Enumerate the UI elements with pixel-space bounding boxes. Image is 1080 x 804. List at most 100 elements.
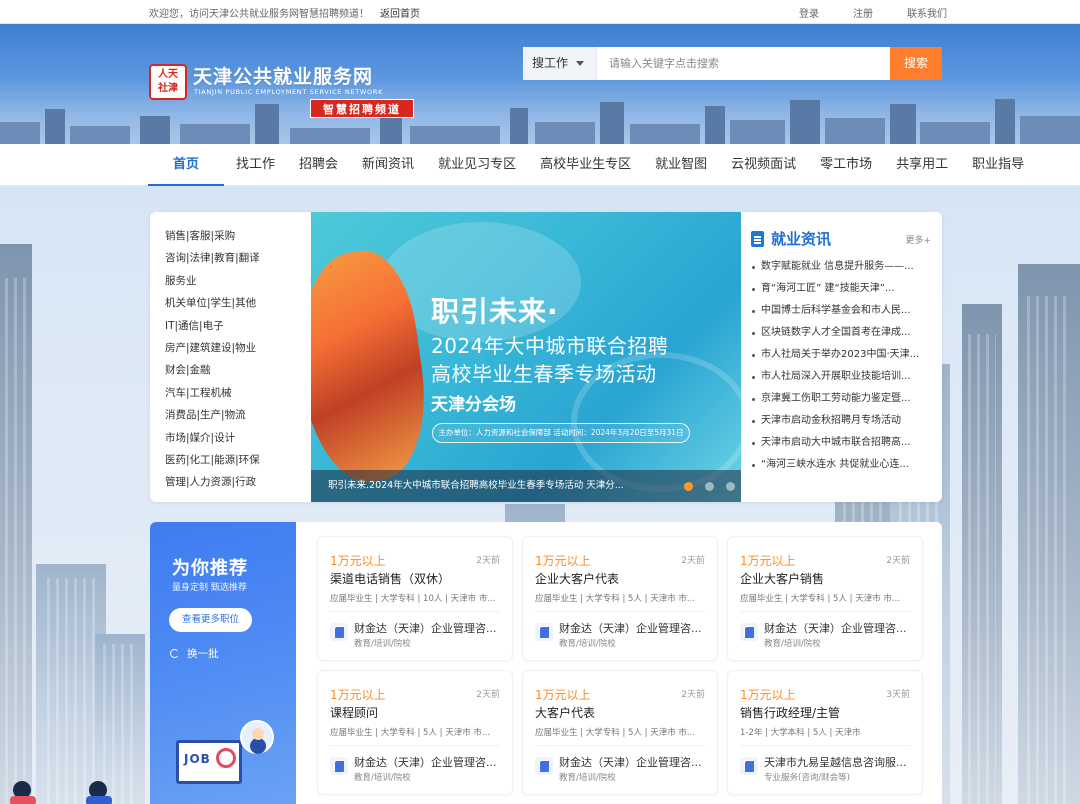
category-item[interactable]: 汽车|工程机械 [165, 385, 310, 407]
job-card[interactable]: 1万元以上 2天前 渠道电话销售（双休） 应届毕业生 | 大学专科 | 10人 … [317, 536, 513, 661]
refresh-batch-button[interactable]: 换一批 [170, 646, 219, 661]
job-title: 渠道电话销售（双休） [330, 572, 451, 586]
company-industry: 教育/培训/院校 [764, 639, 821, 649]
search-input[interactable] [597, 47, 890, 80]
nav-internship[interactable]: 就业见习专区 [426, 144, 528, 186]
category-item[interactable]: 咨询|法律|教育|翻译 [165, 250, 310, 272]
job-posted-time: 2天前 [886, 556, 910, 566]
search-button[interactable]: 搜索 [890, 47, 942, 80]
job-card[interactable]: 1万元以上 2天前 课程顾问 应届毕业生 | 大学专科 | 5人 | 天津市 市… [317, 670, 513, 795]
back-home-link[interactable]: 返回首页 [380, 5, 420, 20]
company-name: 财金达（天津）企业管理咨... [559, 756, 702, 769]
card-divider [740, 745, 910, 746]
job-requirements: 1-2年 | 大学本科 | 5人 | 天津市 [740, 728, 861, 738]
welcome-text: 欢迎您，访问天津公共就业服务网智慧招聘频道！ [149, 9, 369, 20]
category-item[interactable]: 消费品|生产|物流 [165, 407, 310, 429]
carousel-banner[interactable]: 职引未来· 2024年大中城市联合招聘 高校毕业生春季专场活动 天津分会场 主办… [311, 212, 741, 502]
job-requirements: 应届毕业生 | 大学专科 | 5人 | 天津市 市... [535, 728, 696, 738]
news-item[interactable]: 数字赋能就业 信息提升服务——... [751, 256, 931, 278]
employment-news-panel: 就业资讯 更多+ 数字赋能就业 信息提升服务——... 育“海河工匠” 建“技能… [751, 228, 931, 476]
document-icon [751, 231, 764, 247]
nav-find-job[interactable]: 找工作 [224, 144, 287, 186]
banner-caption[interactable]: 职引未来.2024年大中城市联合招聘高校毕业生春季专场活动 天津分... [311, 470, 741, 502]
site-name: 天津公共就业服务网 [193, 66, 374, 88]
category-item[interactable]: 医药|化工|能源|环保 [165, 452, 310, 474]
card-divider [535, 745, 705, 746]
nav-video-interview[interactable]: 云视频面试 [719, 144, 808, 186]
job-card-grid: 1万元以上 2天前 渠道电话销售（双休） 应届毕业生 | 大学专科 | 10人 … [317, 536, 923, 795]
category-item[interactable]: IT|通信|电子 [165, 318, 310, 340]
news-item[interactable]: 天津市启动金秋招聘月专场活动 [751, 410, 931, 432]
news-item[interactable]: 育“海河工匠” 建“技能天津”... [751, 278, 931, 300]
carousel-dot-1[interactable] [684, 482, 693, 491]
job-salary: 1万元以上 [330, 688, 386, 702]
site-name-english: TIANJIN PUBLIC EMPLOYMENT SERVICE NETWOR… [194, 88, 384, 96]
category-item[interactable]: 房产|建筑建设|物业 [165, 340, 310, 362]
recommend-title: 为你推荐 [172, 558, 248, 579]
category-item[interactable]: 财会|金融 [165, 362, 310, 384]
search-type-label: 搜工作 [532, 56, 569, 70]
recommend-panel: 为你推荐 量身定制 甄选推荐 查看更多职位 换一批 JOB [150, 522, 296, 804]
nav-employment-map[interactable]: 就业智图 [643, 144, 719, 186]
nav-job-fair[interactable]: 招聘会 [287, 144, 350, 186]
card-divider [740, 611, 910, 612]
recommendation-section: 为你推荐 量身定制 甄选推荐 查看更多职位 换一批 JOB 1万元以上 2天前 … [150, 522, 942, 804]
job-posted-time: 2天前 [476, 556, 500, 566]
top-bar: 欢迎您，访问天津公共就业服务网智慧招聘频道！ 返回首页 登录 注册 联系我们 [0, 0, 1080, 24]
category-item[interactable]: 销售|客服|采购 [165, 228, 310, 250]
category-list: 销售|客服|采购 咨询|法律|教育|翻译 服务业 机关单位|学生|其他 IT|通… [165, 228, 310, 497]
job-posted-time: 2天前 [681, 556, 705, 566]
job-requirements: 应届毕业生 | 大学专科 | 10人 | 天津市 市... [330, 594, 496, 604]
nav-home[interactable]: 首页 [148, 144, 225, 186]
category-item[interactable]: 机关单位|学生|其他 [165, 295, 310, 317]
carousel-dots [684, 482, 735, 491]
news-item[interactable]: 区块链数字人才全国首考在津成... [751, 322, 931, 344]
carousel-dot-3[interactable] [726, 482, 735, 491]
view-more-jobs-button[interactable]: 查看更多职位 [169, 608, 252, 632]
search-type-select[interactable]: 搜工作 [523, 47, 597, 80]
job-card[interactable]: 1万元以上 2天前 企业大客户代表 应届毕业生 | 大学专科 | 5人 | 天津… [522, 536, 718, 661]
news-item[interactable]: “海河三峡水连水 共促就业心连... [751, 454, 931, 476]
news-item[interactable]: 天津市启动大中城市联合招聘高... [751, 432, 931, 454]
nav-gig-market[interactable]: 零工市场 [808, 144, 884, 186]
news-more-link[interactable]: 更多+ [905, 233, 931, 246]
person-avatar-icon [240, 720, 274, 754]
company-industry: 教育/培训/院校 [559, 639, 616, 649]
header-skyline [0, 99, 1080, 144]
company-building-icon [330, 757, 348, 775]
category-item[interactable]: 市场|媒介|设计 [165, 430, 310, 452]
nav-news[interactable]: 新闻资讯 [350, 144, 426, 186]
company-industry: 教育/培训/院校 [354, 639, 411, 649]
company-building-icon [330, 623, 348, 641]
news-title: 就业资讯 [771, 230, 832, 248]
job-card[interactable]: 1万元以上 3天前 销售行政经理/主管 1-2年 | 大学本科 | 5人 | 天… [727, 670, 923, 795]
search-bar: 搜工作 搜索 [523, 47, 942, 80]
login-link[interactable]: 登录 [799, 5, 819, 20]
category-item[interactable]: 服务业 [165, 273, 310, 295]
news-item[interactable]: 市人社局深入开展职业技能培训... [751, 366, 931, 388]
job-title: 大客户代表 [535, 706, 596, 720]
news-item[interactable]: 市人社局关于举办2023中国·天津... [751, 344, 931, 366]
register-link[interactable]: 注册 [853, 5, 873, 20]
company-industry: 教育/培训/院校 [559, 773, 616, 783]
main-nav: 首页 找工作 招聘会 新闻资讯 就业见习专区 高校毕业生专区 就业智图 云视频面… [0, 144, 1080, 186]
card-divider [330, 745, 500, 746]
recommend-subtitle: 量身定制 甄选推荐 [172, 583, 247, 593]
news-list: 数字赋能就业 信息提升服务——... 育“海河工匠” 建“技能天津”... 中国… [751, 256, 931, 476]
banner-line-2: 2024年大中城市联合招聘 [431, 334, 669, 358]
refresh-label: 换一批 [187, 648, 219, 660]
contact-link[interactable]: 联系我们 [907, 5, 947, 20]
news-item[interactable]: 京津冀工伤职工劳动能力鉴定暨... [751, 388, 931, 410]
nav-shared-employment[interactable]: 共享用工 [884, 144, 960, 186]
card-divider [330, 611, 500, 612]
nav-graduates[interactable]: 高校毕业生专区 [528, 144, 643, 186]
carousel-dot-2[interactable] [705, 482, 714, 491]
nav-career-guidance[interactable]: 职业指导 [960, 144, 1036, 186]
hrss-seal-icon: 人天 社津 [149, 64, 187, 100]
account-links: 登录 注册 联系我们 [799, 5, 947, 20]
news-item[interactable]: 中国博士后科学基金会和市人民... [751, 300, 931, 322]
job-card[interactable]: 1万元以上 2天前 大客户代表 应届毕业生 | 大学专科 | 5人 | 天津市 … [522, 670, 718, 795]
category-item[interactable]: 管理|人力资源|行政 [165, 474, 310, 496]
banner-line-4: 天津分会场 [431, 395, 516, 415]
job-card[interactable]: 1万元以上 2天前 企业大客户销售 应届毕业生 | 大学专科 | 5人 | 天津… [727, 536, 923, 661]
